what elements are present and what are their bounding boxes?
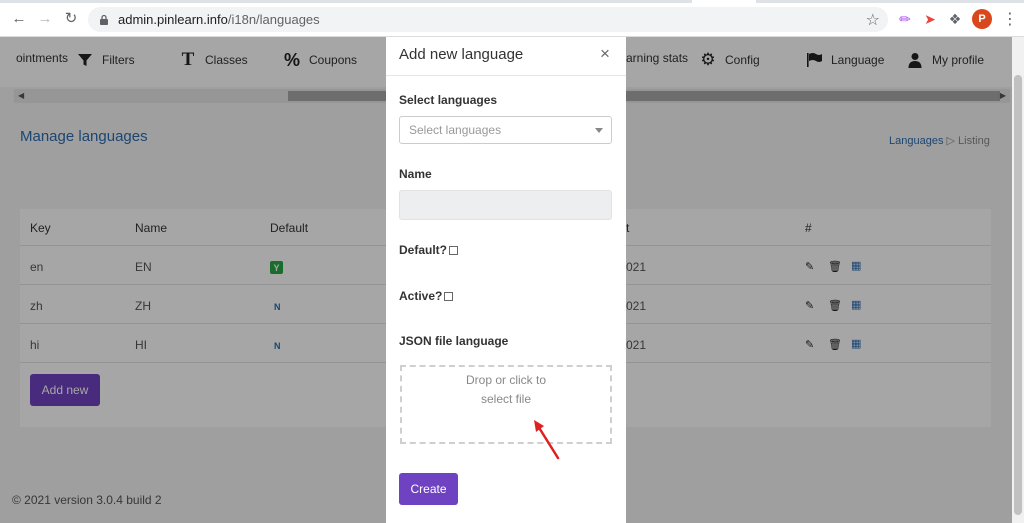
scrollbar-thumb[interactable] [1014,75,1022,515]
dropzone-text-line2: select file [480,392,532,406]
modal-title: Add new language [399,46,524,63]
annotation-arrow-icon [534,420,560,460]
url-path: /i18n/languages [227,12,320,27]
reload-icon[interactable]: ↻ [60,7,82,29]
default-checkbox[interactable] [449,245,458,255]
bookmark-star-icon[interactable]: ☆ [866,10,880,30]
select-placeholder: Select languages [409,123,502,137]
lock-icon[interactable] [98,14,110,26]
back-icon[interactable]: ← [8,7,30,29]
close-icon[interactable]: × [600,44,610,64]
active-checkbox[interactable] [444,291,454,301]
json-file-dropzone[interactable]: Drop or click to select file [400,365,612,444]
modal-header: Add new language × [386,37,626,76]
vertical-scrollbar[interactable] [1012,37,1024,523]
browser-toolbar: ← → ↻ admin.pinlearn.info/i18n/languages… [0,0,1024,37]
tab-strip [0,0,1024,3]
select-languages-label: Select languages [399,93,498,107]
address-bar[interactable]: admin.pinlearn.info/i18n/languages ☆ [88,7,888,32]
name-input[interactable] [399,190,612,220]
pen-extension-icon[interactable]: ✏ [896,10,914,28]
default-field: Default? [399,243,458,257]
active-label: Active? [399,289,443,303]
chevron-down-icon [595,128,603,133]
url-text: admin.pinlearn.info/i18n/languages [118,12,320,27]
profile-avatar[interactable]: P [972,9,992,29]
create-button[interactable]: Create [399,473,458,505]
active-field: Active? [399,289,454,303]
add-language-modal: Add new language × Select languages Sele… [386,37,626,523]
json-file-label: JSON file language [399,334,509,348]
dropzone-text-line1: Drop or click to [465,373,547,387]
active-tab[interactable] [692,0,756,3]
browser-menu-icon[interactable]: ⋮ [1002,9,1018,29]
arrow-extension-icon[interactable]: ➤ [921,10,939,28]
default-label: Default? [399,243,447,257]
select-languages-dropdown[interactable]: Select languages [399,116,612,144]
url-host: admin.pinlearn.info [118,12,228,27]
forward-icon[interactable]: → [34,7,56,29]
name-label: Name [399,167,432,181]
puzzle-extensions-icon[interactable]: ❖ [946,10,964,28]
